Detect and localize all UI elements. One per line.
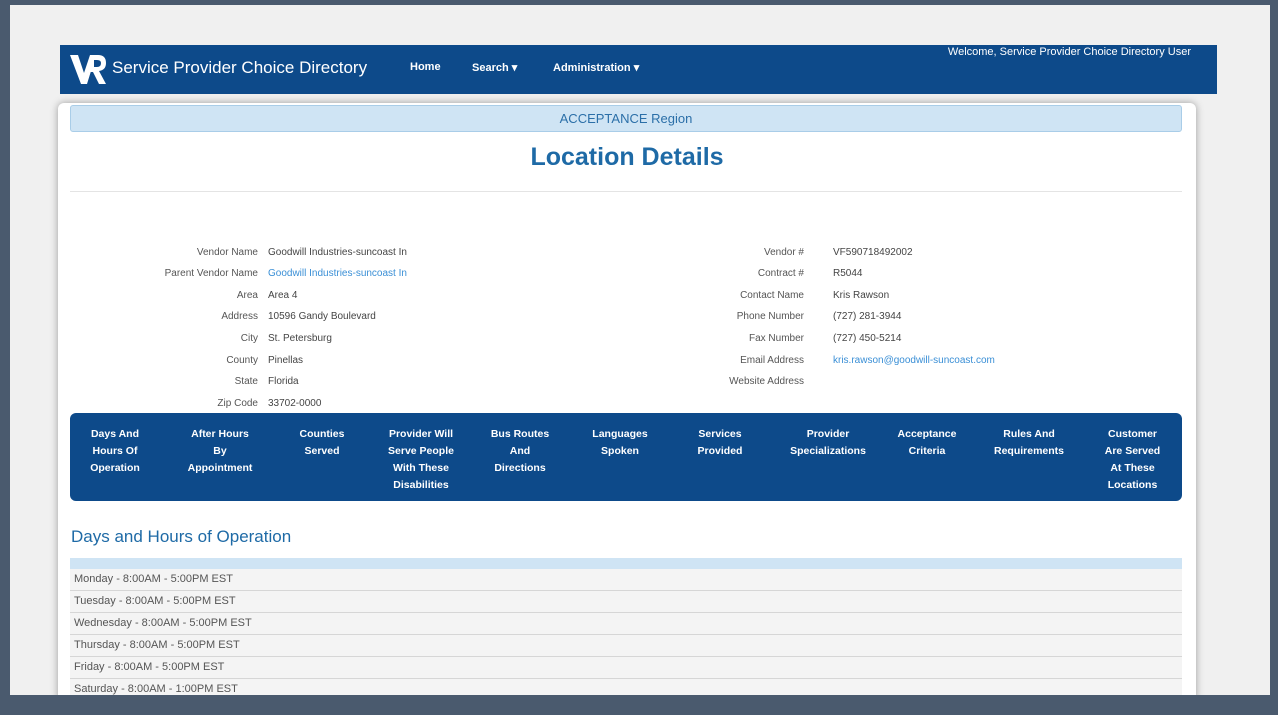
- tab-line: Specializations: [790, 445, 866, 457]
- tab-line: And: [509, 445, 531, 457]
- hours-row: Friday - 8:00AM - 5:00PM EST: [70, 657, 1182, 679]
- tab-counties-served[interactable]: Counties Served: [282, 426, 362, 460]
- tab-services[interactable]: Services Provided: [680, 426, 760, 460]
- tab-line: Acceptance: [897, 428, 957, 440]
- phone-number-value: (727) 281-3944: [833, 311, 902, 322]
- hours-table: Monday - 8:00AM - 5:00PM EST Tuesday - 8…: [70, 558, 1182, 695]
- tab-customer-locations[interactable]: Customer Are Served At These Locations: [1095, 426, 1170, 494]
- parent-vendor-name-link[interactable]: Goodwill Industries-suncoast In: [268, 268, 407, 279]
- contract-number-label: Contract #: [757, 268, 804, 279]
- app-screen: Service Provider Choice Directory Home S…: [10, 5, 1270, 695]
- tab-line: By: [213, 445, 227, 457]
- tab-line: Operation: [90, 462, 140, 474]
- hours-row: Wednesday - 8:00AM - 5:00PM EST: [70, 613, 1182, 635]
- tab-line: Services: [698, 428, 742, 440]
- vendor-number-label: Vendor #: [763, 247, 804, 258]
- zip-code-value: 33702-0000: [268, 398, 322, 409]
- nav-search-label: Search: [472, 62, 509, 74]
- state-label: State: [234, 376, 258, 387]
- tab-line: Languages: [592, 428, 648, 440]
- tab-languages[interactable]: Languages Spoken: [580, 426, 660, 460]
- parent-vendor-name-label: Parent Vendor Name: [164, 268, 258, 279]
- welcome-message: Welcome, Service Provider Choice Directo…: [947, 46, 1191, 58]
- contact-name-value: Kris Rawson: [833, 290, 890, 301]
- location-details-panel: ACCEPTANCE Region Location Details Vendo…: [58, 103, 1196, 695]
- tab-line: Days And: [90, 428, 140, 440]
- address-label: Address: [221, 311, 258, 322]
- hours-row: Saturday - 8:00AM - 1:00PM EST: [70, 679, 1182, 695]
- email-address-link[interactable]: kris.rawson@goodwill-suncoast.com: [833, 355, 995, 366]
- tab-disabilities[interactable]: Provider Will Serve People With These Di…: [375, 426, 467, 494]
- tab-specializations[interactable]: Provider Specializations: [773, 426, 883, 460]
- tab-line: After Hours: [191, 428, 249, 440]
- tab-line: Serve People: [388, 445, 454, 457]
- top-navbar: Service Provider Choice Directory Home S…: [60, 45, 1217, 94]
- tab-line: Hours Of: [92, 445, 138, 457]
- fax-number-value: (727) 450-5214: [833, 333, 902, 344]
- tab-line: With These: [393, 462, 449, 474]
- hours-row: Tuesday - 8:00AM - 5:00PM EST: [70, 591, 1182, 613]
- brand-title[interactable]: Service Provider Choice Directory: [112, 58, 367, 78]
- tab-line: Criteria: [908, 445, 946, 457]
- hours-table-header: [70, 558, 1182, 569]
- tab-rules[interactable]: Rules And Requirements: [979, 426, 1079, 460]
- vendor-number-value: VF590718492002: [833, 247, 913, 258]
- email-address-label: Email Address: [740, 355, 804, 366]
- detail-tabs: Days And Hours Of Operation After Hours …: [70, 413, 1182, 501]
- nav-home[interactable]: Home: [410, 61, 441, 73]
- fax-number-label: Fax Number: [748, 333, 804, 344]
- tab-line: Spoken: [601, 445, 639, 457]
- tab-line: Bus Routes: [490, 428, 550, 440]
- tab-line: At These: [1110, 462, 1155, 474]
- county-label: County: [226, 355, 258, 366]
- website-address-label: Website Address: [729, 376, 804, 387]
- tab-line: Customer: [1107, 428, 1157, 440]
- tab-line: Rules And: [1003, 428, 1055, 440]
- tab-line: Appointment: [187, 462, 253, 474]
- tab-line: Locations: [1107, 479, 1158, 491]
- page-title: Location Details: [530, 143, 724, 171]
- area-label: Area: [236, 290, 258, 301]
- region-banner: ACCEPTANCE Region: [70, 105, 1182, 132]
- section-title: Days and Hours of Operation: [71, 527, 292, 546]
- county-value: Pinellas: [268, 355, 304, 366]
- tab-line: Served: [304, 445, 340, 457]
- nav-administration[interactable]: Administration ▾: [553, 61, 639, 74]
- tab-line: Provider: [806, 428, 850, 440]
- vendor-name-value: Goodwill Industries-suncoast In: [268, 247, 407, 258]
- hours-row: Monday - 8:00AM - 5:00PM EST: [70, 569, 1182, 591]
- tab-line: Provided: [697, 445, 743, 457]
- nav-administration-label: Administration: [553, 62, 631, 74]
- vendor-name-label: Vendor Name: [196, 247, 258, 258]
- contract-number-value: R5044: [833, 268, 863, 279]
- tab-line: Provider Will: [388, 428, 454, 440]
- caret-down-icon: ▾: [511, 62, 518, 74]
- tab-line: Directions: [494, 462, 546, 474]
- tab-line: Requirements: [993, 445, 1065, 457]
- phone-number-label: Phone Number: [736, 311, 804, 322]
- caret-down-icon: ▾: [633, 62, 640, 74]
- address-value: 10596 Gandy Boulevard: [268, 311, 376, 322]
- zip-code-label: Zip Code: [217, 398, 258, 409]
- vr-logo-icon[interactable]: [68, 51, 108, 89]
- city-value: St. Petersburg: [268, 333, 332, 344]
- tab-line: Disabilities: [393, 479, 449, 491]
- city-label: City: [240, 333, 258, 344]
- tab-bus-routes[interactable]: Bus Routes And Directions: [478, 426, 562, 477]
- state-value: Florida: [268, 376, 299, 387]
- tab-days-hours[interactable]: Days And Hours Of Operation: [75, 426, 155, 477]
- divider: [70, 191, 1182, 192]
- area-value: Area 4: [268, 290, 298, 301]
- nav-search[interactable]: Search ▾: [472, 61, 517, 74]
- contact-name-label: Contact Name: [740, 290, 804, 301]
- tab-acceptance-criteria[interactable]: Acceptance Criteria: [887, 426, 967, 460]
- tab-after-hours[interactable]: After Hours By Appointment: [175, 426, 265, 477]
- hours-row: Thursday - 8:00AM - 5:00PM EST: [70, 635, 1182, 657]
- tab-line: Counties: [299, 428, 345, 440]
- tab-line: Are Served: [1104, 445, 1161, 457]
